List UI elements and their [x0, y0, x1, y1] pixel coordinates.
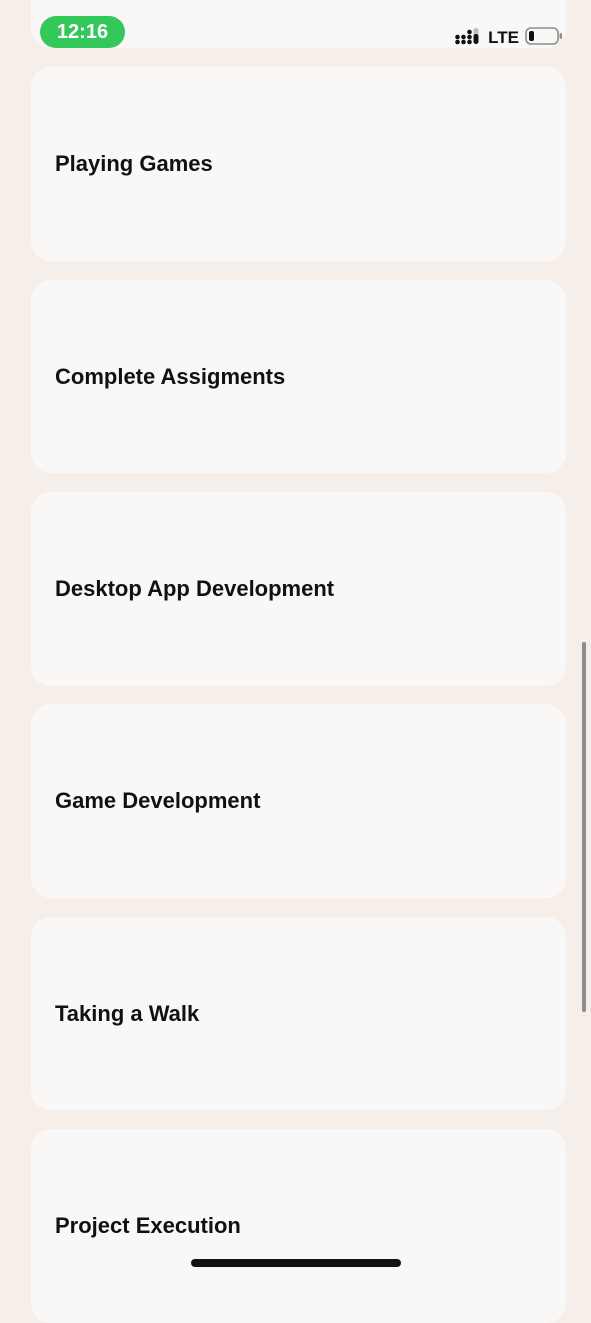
network-type: LTE — [488, 28, 519, 47]
status-bar-right: LTE — [455, 26, 563, 50]
card-title: Desktop App Development — [55, 576, 335, 601]
signal-bars-icon — [455, 27, 482, 50]
card-title: Complete Assigments — [55, 363, 286, 389]
list-card-playing-games[interactable]: Playing Games — [31, 67, 566, 261]
card-title: Game Development — [55, 788, 261, 813]
status-time-badge: 12:16 — [40, 16, 125, 48]
card-title: Playing Games — [55, 151, 213, 176]
status-time: 12:16 — [56, 21, 109, 43]
list-card-game-development[interactable]: Game Development — [31, 704, 566, 898]
list-card-desktop-app-development[interactable]: Desktop App Development — [31, 492, 566, 686]
list-card-project-execution[interactable]: Project Execution — [31, 1129, 566, 1323]
list-card-taking-a-walk[interactable]: Taking a Walk — [31, 917, 566, 1110]
scrollbar[interactable] — [582, 642, 586, 1012]
card-title: Taking a Walk — [55, 1000, 200, 1026]
card-title: Project Execution — [55, 1213, 241, 1238]
list-card-complete-assignments[interactable]: Complete Assigments — [31, 280, 566, 473]
battery-low-icon — [525, 26, 563, 50]
home-indicator[interactable] — [191, 1259, 401, 1267]
